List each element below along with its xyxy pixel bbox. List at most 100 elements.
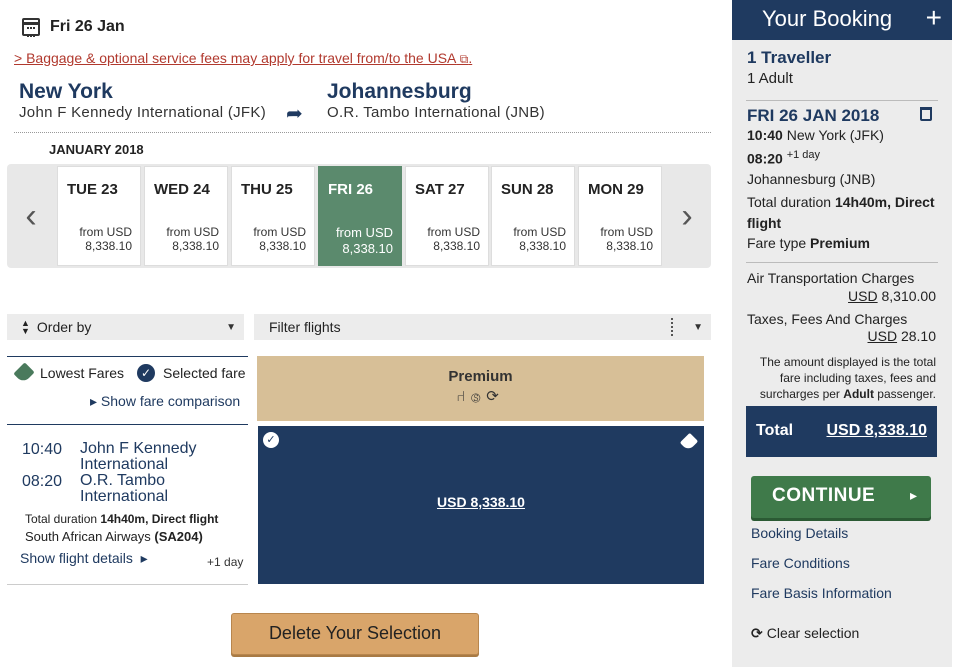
booking-details-link[interactable]: Booking Details	[751, 525, 848, 541]
fare-cell-selected[interactable]: ✓ USD 8,338.10	[258, 426, 704, 584]
taxes-value: USD 28.10	[867, 328, 937, 344]
departure-time: 10:40	[22, 441, 63, 458]
adult-count: 1 Adult	[747, 70, 793, 87]
date-tile-price: 8,338.10	[85, 239, 132, 253]
cabin-header-premium: Premium ⑁Ⓢ⟳	[257, 356, 704, 421]
destination-airport: O.R. Tambo International (JNB)	[327, 104, 545, 121]
date-tile-from: from USD	[79, 225, 132, 239]
calendar-icon	[22, 18, 40, 37]
filter-flights-select[interactable]: Filter flights ▼	[254, 314, 711, 340]
date-tile[interactable]: SAT 27 from USD 8,338.10	[405, 166, 489, 266]
chevron-left-icon: ‹	[25, 196, 37, 235]
trash-icon[interactable]	[920, 107, 932, 121]
total-label: Total	[756, 422, 794, 439]
date-tile-label: WED 24	[154, 181, 210, 198]
booking-duration: Total duration 14h40m, Direct flight	[747, 194, 935, 231]
show-flight-details-link[interactable]: Show flight details ▸	[20, 550, 148, 567]
external-link-icon: ⧉	[456, 52, 469, 66]
chevron-right-icon: ›	[681, 196, 693, 235]
order-by-label: Order by	[36, 319, 92, 335]
date-tile-price: 8,338.10	[342, 241, 393, 256]
air-charges-label: Air Transportation Charges	[747, 270, 915, 286]
show-fare-comparison-link[interactable]: ▸ Show fare comparison	[90, 393, 240, 410]
cabin-name: Premium	[448, 368, 513, 385]
selected-fare-label: Selected fare	[163, 365, 246, 381]
origin: New York John F Kennedy International (J…	[19, 80, 266, 121]
caret-right-icon: ▸	[136, 550, 148, 566]
caret-right-icon: ▸	[90, 393, 101, 409]
cabin-feature-icons: ⑁Ⓢ⟳	[257, 387, 704, 405]
date-tile-selected[interactable]: FRI 26 from USD 8,338.10	[318, 166, 402, 266]
divider	[746, 262, 938, 263]
date-tile-label: MON 29	[588, 181, 644, 198]
taxes-label: Taxes, Fees And Charges	[747, 311, 908, 327]
date-tile-price: 8,338.10	[433, 239, 480, 253]
check-circle-icon: ✓	[137, 364, 156, 382]
change-icon: ⟳	[486, 388, 505, 405]
fare-note: The amount displayed is the total fare i…	[759, 355, 936, 401]
continue-button[interactable]: CONTINUE ▸	[751, 476, 931, 518]
date-tile-label: SAT 27	[415, 181, 465, 198]
destination-city: Johannesburg	[327, 80, 472, 103]
departure-airport: John F Kennedy International	[80, 440, 197, 473]
date-tile[interactable]: THU 25 from USD 8,338.10	[231, 166, 315, 266]
date-tile-from: from USD	[513, 225, 566, 239]
date-tile-from: from USD	[166, 225, 219, 239]
date-tile-price: 8,338.10	[519, 239, 566, 253]
next-dates-button[interactable]: ›	[663, 164, 711, 268]
check-circle-icon: ✓	[263, 432, 279, 448]
clear-selection-link[interactable]: ⟳ Clear selection	[751, 625, 859, 642]
flight-duration: Total duration 14h40m, Direct flight	[25, 512, 219, 526]
divider	[14, 132, 711, 133]
refund-icon: Ⓢ	[471, 388, 487, 405]
date-tile-label: SUN 28	[501, 181, 554, 198]
date-tile-label: FRI 26	[328, 181, 374, 198]
booking-panel-title: Your Booking	[762, 6, 893, 31]
plus-day-badge: +1 day	[207, 555, 244, 569]
air-charges-value: USD 8,310.00	[848, 288, 936, 304]
traveller-count: 1 Traveller	[747, 48, 832, 67]
date-tile-from: from USD	[335, 225, 393, 240]
chevron-down-icon: ▼	[693, 321, 703, 333]
tag-icon	[13, 362, 35, 384]
date-tile-from: from USD	[253, 225, 306, 239]
date-tile[interactable]: WED 24 from USD 8,338.10	[144, 166, 228, 266]
fare-conditions-link[interactable]: Fare Conditions	[751, 555, 850, 571]
fare-price: USD 8,338.10	[437, 494, 525, 510]
date-tile[interactable]: MON 29 from USD 8,338.10	[578, 166, 662, 266]
refresh-icon: ⟳	[751, 625, 763, 641]
arrival-airport: O.R. Tambo International	[80, 472, 169, 505]
origin-airport: John F Kennedy International (JFK)	[19, 104, 266, 121]
date-tile-label: THU 25	[241, 181, 293, 198]
total-value: USD 8,338.10	[826, 422, 927, 439]
month-label: JANUARY 2018	[49, 142, 144, 157]
date-tile-price: 8,338.10	[259, 239, 306, 253]
previous-dates-button[interactable]: ‹	[7, 164, 55, 268]
delete-selection-button[interactable]: Delete Your Selection	[231, 613, 479, 655]
tag-icon	[679, 432, 699, 452]
date-tile[interactable]: TUE 23 from USD 8,338.10	[57, 166, 141, 266]
order-by-select[interactable]: ▲ ▼ Order by ▼	[7, 314, 244, 340]
date-tile-from: from USD	[600, 225, 653, 239]
fare-legend: Lowest Fares ✓ Selected fare	[13, 362, 246, 384]
lowest-fares-label: Lowest Fares	[40, 365, 125, 381]
expand-plus-icon[interactable]: +	[926, 2, 942, 34]
divider	[671, 318, 673, 336]
date-tile[interactable]: SUN 28 from USD 8,338.10	[491, 166, 575, 266]
date-tile-label: TUE 23	[67, 181, 118, 198]
divider	[7, 424, 248, 425]
chevron-down-icon: ▼	[226, 321, 236, 333]
booking-panel-header: Your Booking +	[732, 0, 952, 40]
date-header: Fri 26 Jan	[22, 18, 125, 37]
booking-fare-type: Fare type Premium	[747, 235, 870, 251]
divider	[7, 356, 248, 357]
divider	[7, 584, 248, 585]
booking-panel: Your Booking + 1 Traveller 1 Adult FRI 2…	[732, 0, 952, 667]
booking-arrival: 08:20 +1 day	[747, 149, 821, 167]
arrival-time: 08:20	[22, 473, 63, 490]
baggage-fees-link[interactable]: > Baggage & optional service fees may ap…	[14, 50, 472, 67]
chevron-right-icon: ▸	[909, 487, 917, 503]
date-tile-price: 8,338.10	[606, 239, 653, 253]
route-arrow-icon: ➦	[286, 103, 303, 125]
fare-basis-link[interactable]: Fare Basis Information	[751, 585, 892, 601]
